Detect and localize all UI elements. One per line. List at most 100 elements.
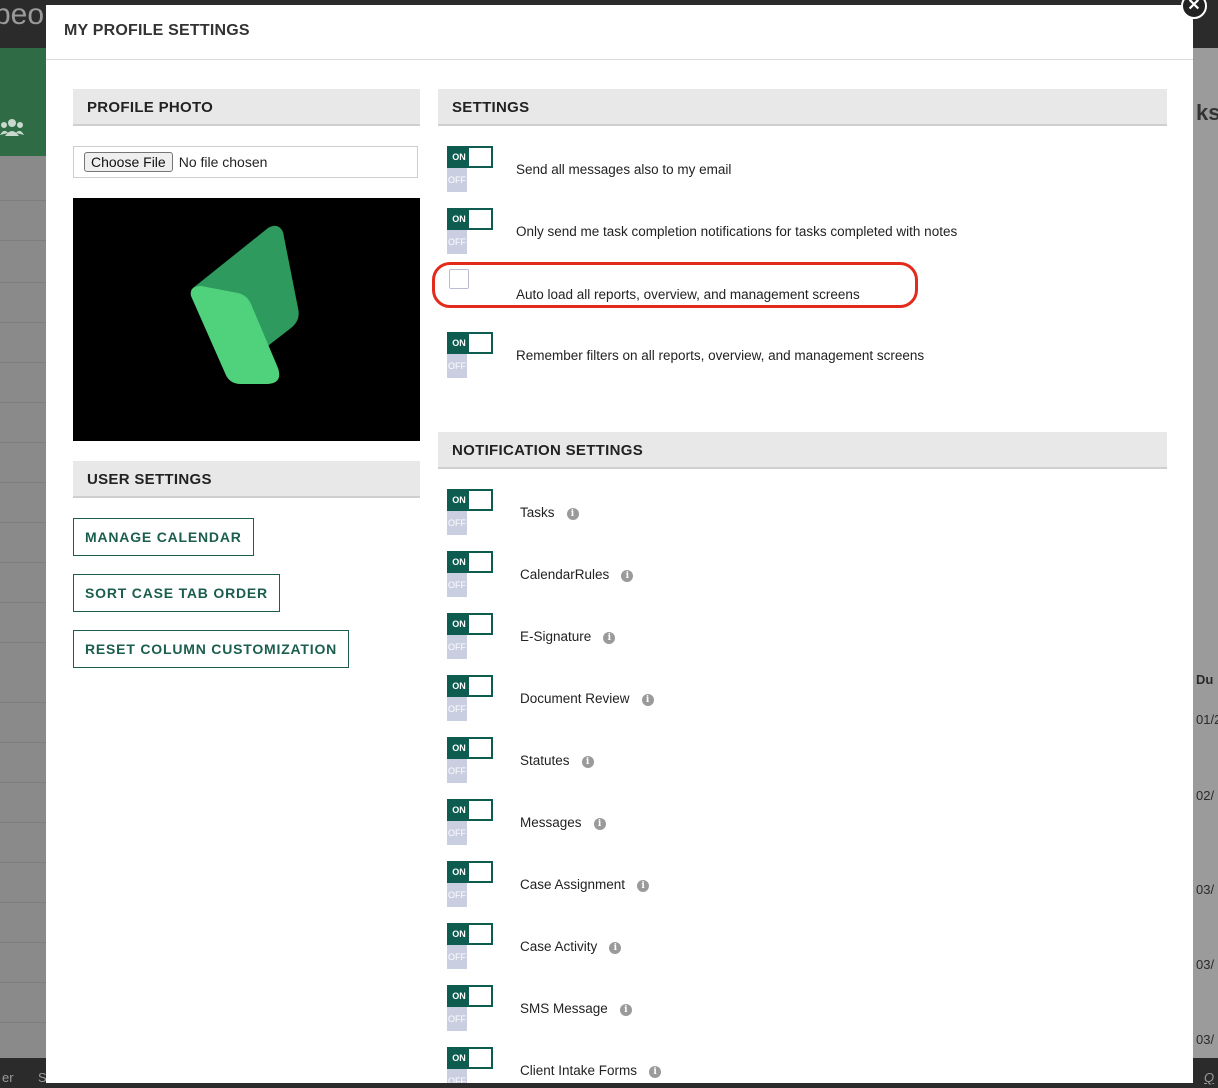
statutes-notification-toggle[interactable]: ON OFF [447, 737, 493, 785]
info-icon[interactable]: i [649, 1066, 662, 1078]
info-icon[interactable]: i [581, 756, 594, 768]
background-date: 03/ [1196, 957, 1215, 972]
toggle-off-label: OFF [447, 573, 467, 597]
toggle-on-track: ON [447, 613, 493, 635]
logo-image [190, 225, 299, 384]
toggle-off-label: OFF [447, 1069, 467, 1083]
background-brand-text: peo [0, 0, 45, 31]
notification-settings-heading: NOTIFICATION SETTINGS [438, 432, 1167, 469]
toggle-off-label: OFF [447, 511, 467, 535]
background-right-panel [1193, 48, 1218, 1058]
toggle-on-track: ON [447, 551, 493, 573]
notification-label-text: CalendarRules [520, 567, 610, 582]
toggle-off-label: OFF [447, 883, 467, 907]
background-footer-link: Q [1204, 1070, 1215, 1085]
toggle-on-label: ON [449, 334, 469, 352]
toggle-off-label: OFF [447, 168, 467, 192]
toggle-on-label: ON [449, 863, 469, 881]
email-messages-toggle[interactable]: ON OFF [447, 146, 493, 194]
file-status-text: No file chosen [178, 154, 268, 170]
background-right-heading: ks [1196, 100, 1218, 125]
notification-label: Statutes i [520, 753, 594, 768]
notification-label: Tasks i [520, 505, 579, 520]
users-icon [0, 118, 24, 142]
toggle-off-label: OFF [447, 821, 467, 845]
background-column-header: Du [1196, 672, 1214, 687]
info-icon[interactable]: i [619, 1004, 632, 1016]
e-signature-notification-toggle[interactable]: ON OFF [447, 613, 493, 661]
highlight-annotation [432, 262, 918, 308]
toggle-on-label: ON [449, 553, 469, 571]
setting-label: Only send me task completion notificatio… [516, 224, 958, 239]
profile-photo-file-input[interactable]: Choose File No file chosen [73, 146, 418, 178]
toggle-on-label: ON [449, 925, 469, 943]
info-icon[interactable]: i [641, 694, 654, 706]
profile-photo-heading: PROFILE PHOTO [73, 89, 420, 126]
toggle-on-label: ON [449, 739, 469, 757]
notification-label-text: SMS Message [520, 1001, 608, 1016]
sms-message-notification-toggle[interactable]: ON OFF [447, 985, 493, 1033]
messages-notification-toggle[interactable]: ON OFF [447, 799, 493, 847]
toggle-on-track: ON [447, 208, 493, 230]
toggle-on-track: ON [447, 985, 493, 1007]
toggle-off-label: OFF [447, 697, 467, 721]
info-icon[interactable]: i [609, 942, 622, 954]
notification-label-text: Statutes [520, 753, 570, 768]
client-intake-forms-notification-toggle[interactable]: ON OFF [447, 1047, 493, 1083]
info-icon[interactable]: i [566, 508, 579, 520]
toggle-on-track: ON [447, 923, 493, 945]
toggle-on-label: ON [449, 801, 469, 819]
notification-label-text: Case Assignment [520, 877, 626, 892]
task-completion-notes-toggle[interactable]: ON OFF [447, 208, 493, 256]
background-date: 03/ [1196, 1032, 1215, 1047]
notification-label-text: Client Intake Forms [520, 1063, 638, 1078]
toggle-on-label: ON [449, 148, 469, 166]
toggle-on-track: ON [447, 489, 493, 511]
notification-label-text: Case Activity [520, 939, 598, 954]
toggle-on-track: ON [447, 146, 493, 168]
profile-settings-modal: MY PROFILE SETTINGS PROFILE PHOTO Choose… [46, 5, 1193, 1083]
toggle-on-track: ON [447, 675, 493, 697]
setting-label: Send all messages also to my email [516, 162, 732, 177]
info-icon[interactable]: i [593, 818, 606, 830]
notification-label: SMS Message i [520, 1001, 632, 1016]
settings-heading: SETTINGS [438, 89, 1167, 126]
user-settings-heading: USER SETTINGS [73, 461, 420, 498]
background-date: 01/2 [1196, 712, 1218, 727]
sort-case-tab-order-button[interactable]: SORT CASE TAB ORDER [73, 574, 280, 612]
toggle-on-track: ON [447, 332, 493, 354]
notification-label-text: Tasks [520, 505, 555, 520]
toggle-on-track: ON [447, 1047, 493, 1069]
notification-label: Case Activity i [520, 939, 622, 954]
toggle-off-label: OFF [447, 945, 467, 969]
setting-label: Remember filters on all reports, overvie… [516, 348, 925, 363]
case-activity-notification-toggle[interactable]: ON OFF [447, 923, 493, 971]
choose-file-button[interactable]: Choose File [84, 152, 173, 172]
notification-label-text: Document Review [520, 691, 630, 706]
remember-filters-toggle[interactable]: ON OFF [447, 332, 493, 380]
toggle-off-label: OFF [447, 1007, 467, 1031]
toggle-off-label: OFF [447, 230, 467, 254]
case-assignment-notification-toggle[interactable]: ON OFF [447, 861, 493, 909]
toggle-off-label: OFF [447, 759, 467, 783]
info-icon[interactable]: i [603, 632, 616, 644]
toggle-on-label: ON [449, 1049, 469, 1067]
notification-label: Document Review i [520, 691, 654, 706]
document-review-notification-toggle[interactable]: ON OFF [447, 675, 493, 723]
toggle-off-label: OFF [447, 354, 467, 378]
manage-calendar-button[interactable]: MANAGE CALENDAR [73, 518, 254, 556]
toggle-off-label: OFF [447, 635, 467, 659]
notification-label: Messages i [520, 815, 606, 830]
toggle-on-track: ON [447, 799, 493, 821]
info-icon[interactable]: i [621, 570, 634, 582]
profile-photo-image [73, 198, 420, 441]
reset-column-customization-button[interactable]: RESET COLUMN CUSTOMIZATION [73, 630, 350, 668]
notification-label: Case Assignment i [520, 877, 650, 892]
background-footer-text: er [2, 1070, 14, 1085]
toggle-on-label: ON [449, 615, 469, 633]
tasks-notification-toggle[interactable]: ON OFF [447, 489, 493, 537]
info-icon[interactable]: i [637, 880, 650, 892]
calendarrules-notification-toggle[interactable]: ON OFF [447, 551, 493, 599]
toggle-on-track: ON [447, 737, 493, 759]
toggle-on-track: ON [447, 861, 493, 883]
